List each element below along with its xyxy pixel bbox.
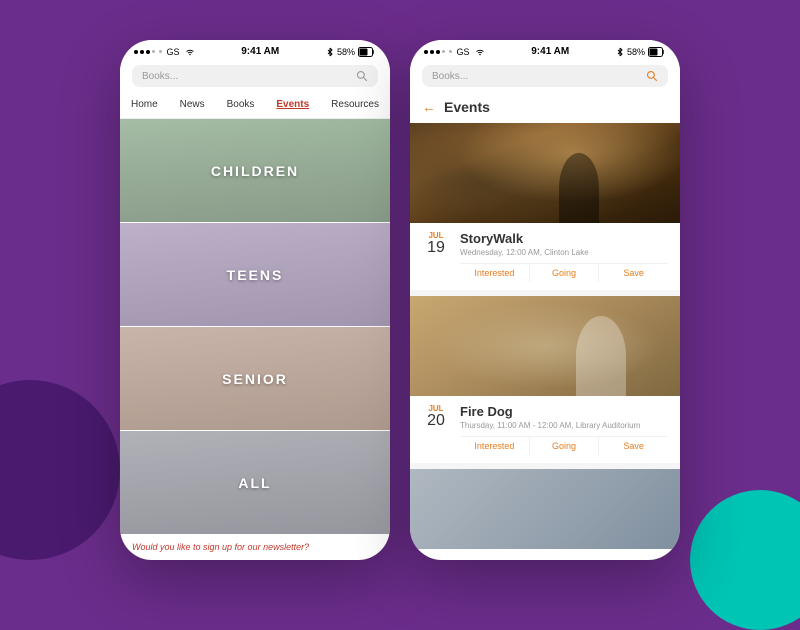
- search-bar-2: Books...: [410, 61, 680, 93]
- event-when-firedog: Thursday, 11:00 AM - 12:00 AM, Library A…: [460, 421, 668, 430]
- event-photo-silhouette-1: [559, 153, 599, 223]
- search-icon-2[interactable]: [646, 70, 658, 82]
- event-photo-silhouette-2: [576, 316, 626, 396]
- event-going-storywalk[interactable]: Going: [530, 264, 600, 282]
- status-bar-1: GS 9:41 AM 58%: [120, 40, 390, 61]
- event-date-firedog: JUL 20: [422, 404, 450, 429]
- signal-dot-10: [449, 50, 452, 53]
- bg-decoration-left: [0, 380, 120, 560]
- event-info-firedog: JUL 20 Fire Dog Thursday, 11:00 AM - 12:…: [410, 396, 680, 463]
- event-save-storywalk[interactable]: Save: [599, 264, 668, 282]
- back-button[interactable]: ←: [422, 99, 436, 115]
- event-name-storywalk: StoryWalk: [460, 231, 668, 246]
- nav-events[interactable]: Events: [272, 97, 313, 112]
- event-image-partial: [410, 469, 680, 549]
- category-all-label: ALL: [238, 475, 271, 491]
- event-name-firedog: Fire Dog: [460, 404, 668, 419]
- signal-dot-2: [140, 50, 144, 54]
- phones-container: GS 9:41 AM 58%: [120, 40, 680, 560]
- status-carrier-2: GS: [424, 47, 485, 57]
- search-placeholder-2: Books...: [432, 71, 640, 82]
- category-teens-label: TEENS: [227, 267, 284, 283]
- events-page-title: Events: [444, 99, 490, 115]
- wifi-icon-1: [185, 48, 195, 56]
- battery-text-2: 58%: [627, 47, 645, 57]
- events-header: ← Events: [410, 93, 680, 123]
- signal-dot-6: [424, 50, 428, 54]
- signal-dot-9: [442, 50, 445, 53]
- event-day-firedog: 20: [422, 413, 450, 429]
- event-going-firedog[interactable]: Going: [530, 437, 600, 455]
- search-input-wrap-2[interactable]: Books...: [422, 65, 668, 87]
- events-list: JUL 19 StoryWalk Wednesday, 12:00 AM, Cl…: [410, 123, 680, 560]
- status-carrier-1: GS: [134, 47, 195, 57]
- phone-2: GS 9:41 AM 58%: [410, 40, 680, 560]
- nav-books[interactable]: Books: [223, 97, 259, 112]
- event-date-storywalk: JUL 19: [422, 231, 450, 256]
- phone-1: GS 9:41 AM 58%: [120, 40, 390, 560]
- search-icon-1[interactable]: [356, 70, 368, 82]
- status-time-1: 9:41 AM: [241, 46, 279, 57]
- category-children[interactable]: CHILDREN: [120, 119, 390, 222]
- battery-icon-1: [358, 47, 376, 57]
- search-bar-1: Books...: [120, 61, 390, 93]
- event-details-firedog: Fire Dog Thursday, 11:00 AM - 12:00 AM, …: [460, 404, 668, 455]
- signal-dot-3: [146, 50, 150, 54]
- search-input-wrap-1[interactable]: Books...: [132, 65, 378, 87]
- status-right-2: 58%: [616, 47, 666, 57]
- battery-text-1: 58%: [337, 47, 355, 57]
- newsletter-link[interactable]: Would you like to sign up for our newsle…: [120, 534, 390, 560]
- event-card-firedog: JUL 20 Fire Dog Thursday, 11:00 AM - 12:…: [410, 296, 680, 463]
- category-teens[interactable]: TEENS: [120, 223, 390, 326]
- status-time-2: 9:41 AM: [531, 46, 569, 57]
- category-children-label: CHILDREN: [211, 163, 299, 179]
- signal-dot-5: [159, 50, 162, 53]
- signal-dot-8: [436, 50, 440, 54]
- nav-news[interactable]: News: [176, 97, 209, 112]
- bluetooth-icon-1: [326, 47, 334, 57]
- signal-dot-1: [134, 50, 138, 54]
- category-senior-label: SENIOR: [222, 371, 288, 387]
- event-interested-firedog[interactable]: Interested: [460, 437, 530, 455]
- status-bar-2: GS 9:41 AM 58%: [410, 40, 680, 61]
- event-image-firedog: [410, 296, 680, 396]
- nav-home[interactable]: Home: [127, 97, 162, 112]
- event-actions-storywalk: Interested Going Save: [460, 263, 668, 282]
- event-image-storywalk: [410, 123, 680, 223]
- nav-resources[interactable]: Resources: [327, 97, 383, 112]
- category-all[interactable]: ALL: [120, 431, 390, 534]
- category-senior[interactable]: SENIOR: [120, 327, 390, 430]
- event-interested-storywalk[interactable]: Interested: [460, 264, 530, 282]
- event-info-storywalk: JUL 19 StoryWalk Wednesday, 12:00 AM, Cl…: [410, 223, 680, 290]
- categories-list: CHILDREN TEENS SENIOR ALL: [120, 119, 390, 534]
- bluetooth-icon-2: [616, 47, 624, 57]
- nav-1: Home News Books Events Resources: [120, 93, 390, 119]
- event-save-firedog[interactable]: Save: [599, 437, 668, 455]
- event-details-storywalk: StoryWalk Wednesday, 12:00 AM, Clinton L…: [460, 231, 668, 282]
- event-when-storywalk: Wednesday, 12:00 AM, Clinton Lake: [460, 248, 668, 257]
- status-right-1: 58%: [326, 47, 376, 57]
- event-day-storywalk: 19: [422, 240, 450, 256]
- battery-icon-2: [648, 47, 666, 57]
- search-placeholder-1: Books...: [142, 71, 350, 82]
- event-card-storywalk: JUL 19 StoryWalk Wednesday, 12:00 AM, Cl…: [410, 123, 680, 290]
- event-actions-firedog: Interested Going Save: [460, 436, 668, 455]
- bg-decoration-right: [690, 490, 800, 630]
- signal-dot-4: [152, 50, 155, 53]
- signal-dot-7: [430, 50, 434, 54]
- wifi-icon-2: [475, 48, 485, 56]
